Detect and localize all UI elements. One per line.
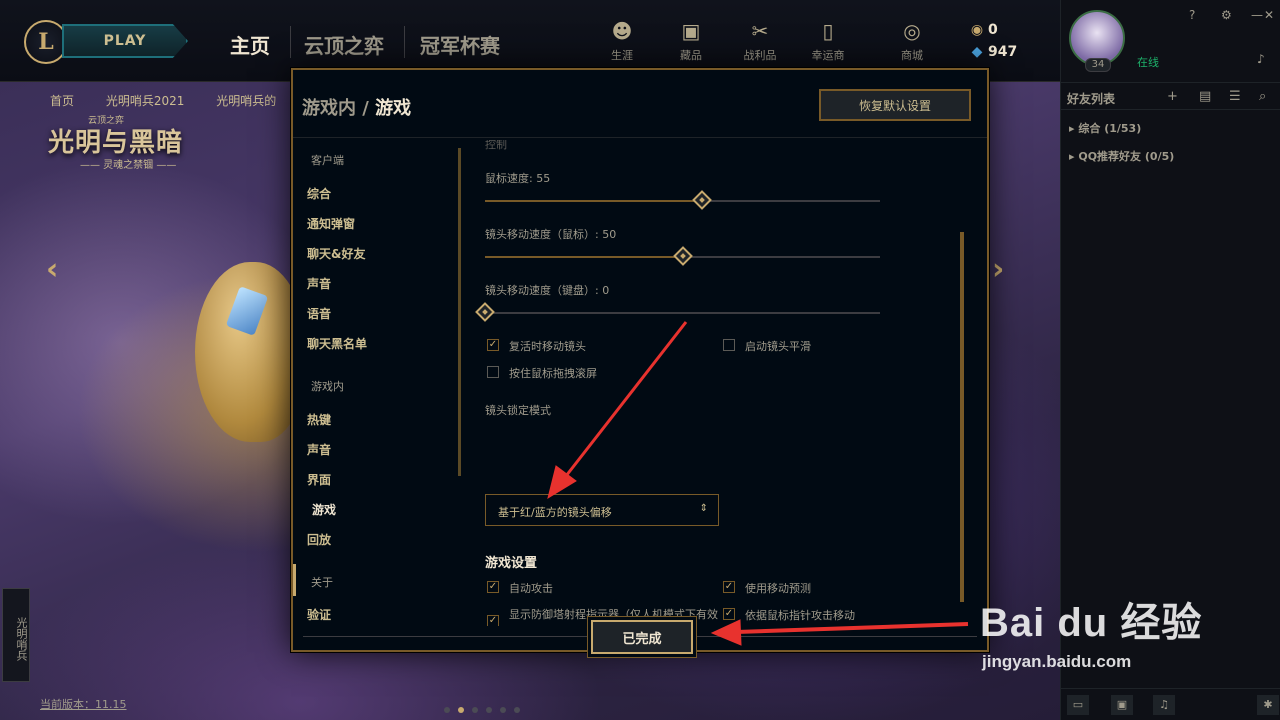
watermark-url: jingyan.baidu.com [982,652,1132,671]
annotation-arrow-done [735,622,969,634]
annotation-arrowhead [710,619,742,646]
annotation-arrow-game-settings [564,321,688,477]
watermark-logo: Bai du 经验 [980,601,1203,645]
baidu-watermark: Bai du 经验 jingyan.baidu.com [980,590,1203,671]
